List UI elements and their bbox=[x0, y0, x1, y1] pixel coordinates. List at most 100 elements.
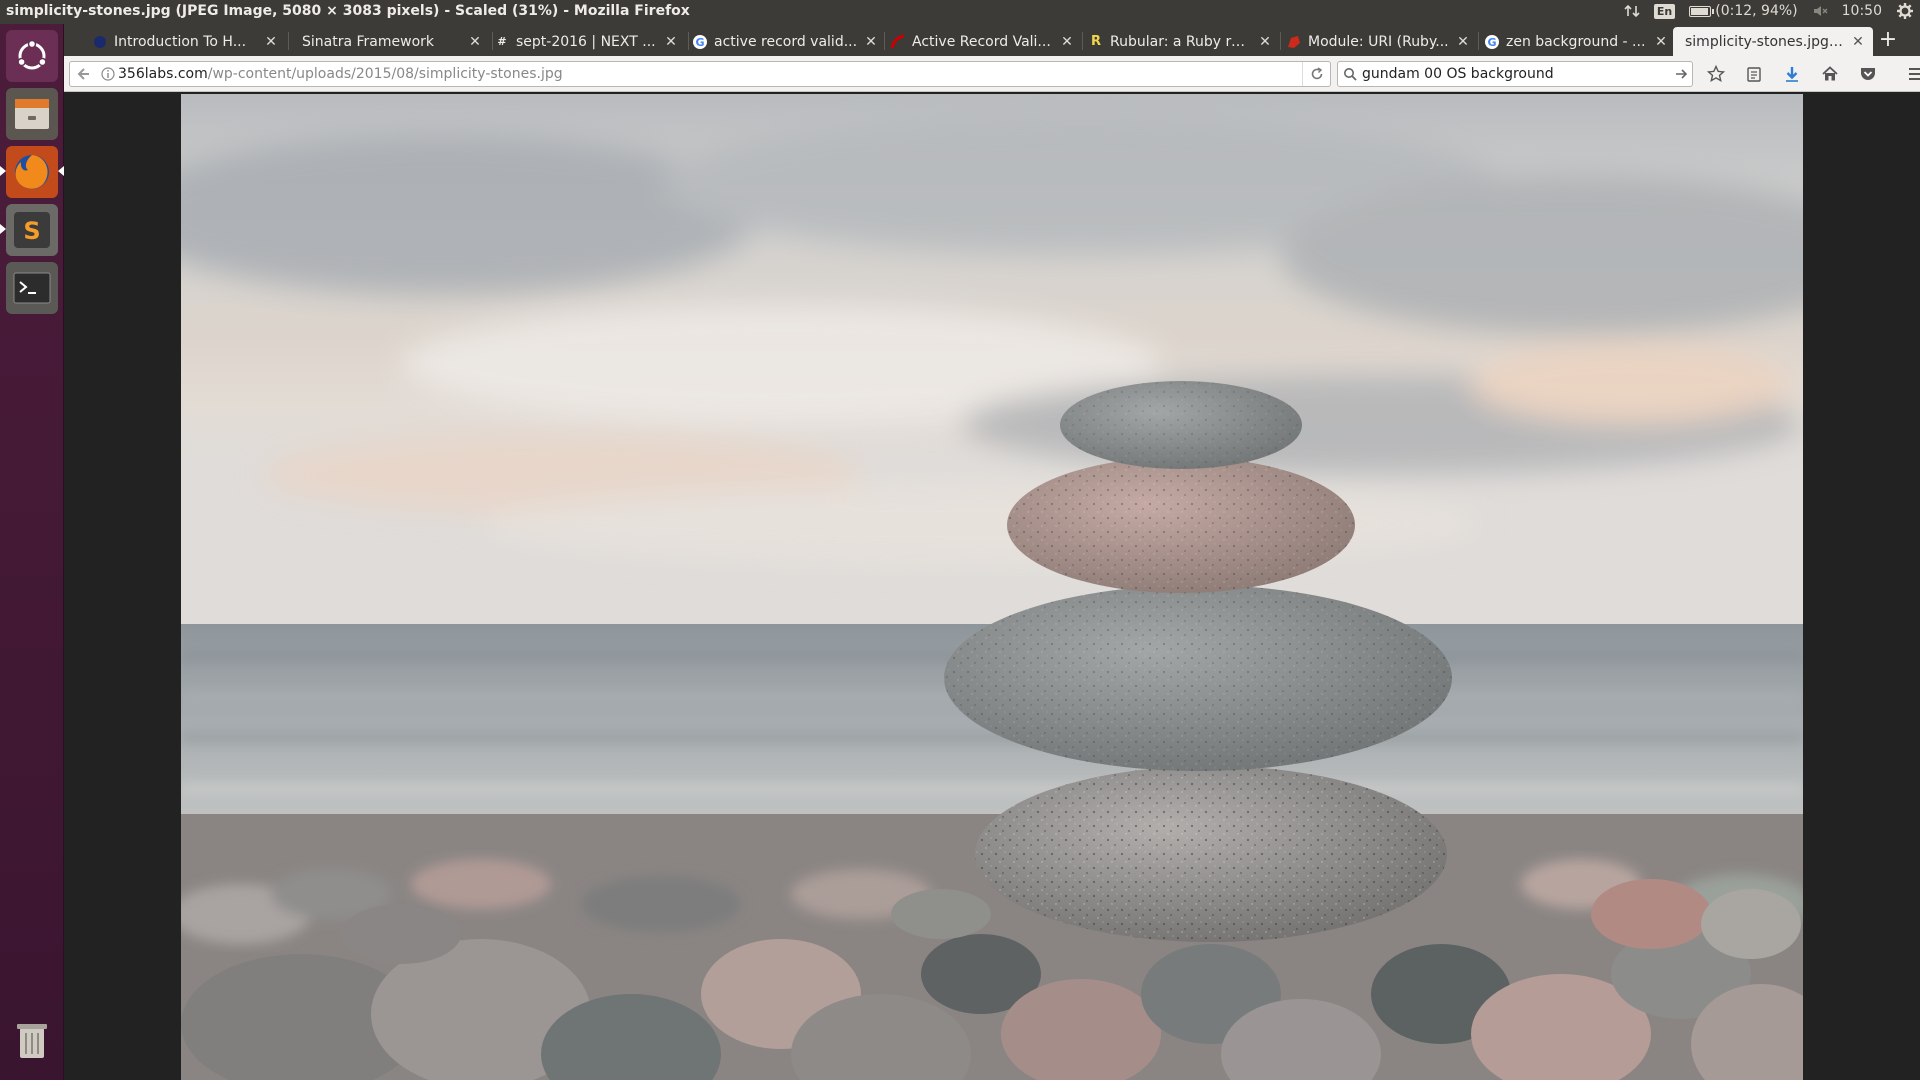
pocket-icon bbox=[1861, 68, 1875, 80]
sound-indicator[interactable] bbox=[1812, 3, 1828, 19]
page-content bbox=[64, 92, 1920, 1080]
launcher-item-firefox[interactable] bbox=[6, 146, 58, 198]
arrow-right-icon bbox=[1676, 69, 1688, 79]
tab-close-icon[interactable]: ✕ bbox=[264, 34, 278, 50]
svg-text:G: G bbox=[1487, 36, 1496, 49]
scaled-image-stacked-stones[interactable] bbox=[181, 94, 1803, 1080]
reading-list-button[interactable] bbox=[1740, 62, 1768, 86]
svg-text:S: S bbox=[23, 217, 40, 245]
tab-label: Rubular: a Ruby re... bbox=[1110, 33, 1252, 50]
tab-close-icon[interactable]: ✕ bbox=[1456, 34, 1470, 50]
tab-label: sept-2016 | NEXT ... bbox=[516, 33, 656, 50]
ruby-favicon-icon bbox=[1286, 34, 1302, 50]
back-arrow-icon bbox=[77, 68, 89, 80]
terminal-icon bbox=[13, 272, 51, 304]
blue-circle-favicon-icon bbox=[92, 34, 108, 50]
launcher-item-files[interactable] bbox=[6, 88, 58, 140]
back-button[interactable] bbox=[70, 62, 98, 86]
rails-favicon-icon bbox=[890, 34, 906, 50]
tab-active-record-validation-search[interactable]: G active record valid... ✕ bbox=[684, 27, 886, 56]
tab-module-uri[interactable]: Module: URI (Ruby... ✕ bbox=[1278, 27, 1478, 56]
keyboard-layout: En bbox=[1653, 3, 1676, 19]
menu-button[interactable] bbox=[1902, 62, 1920, 86]
tab-close-icon[interactable]: ✕ bbox=[1258, 34, 1272, 50]
search-input[interactable] bbox=[1362, 66, 1670, 82]
battery-indicator[interactable]: (0:12, 94%) bbox=[1689, 3, 1798, 19]
site-info-button[interactable] bbox=[98, 62, 118, 86]
clock[interactable]: 10:50 bbox=[1842, 3, 1882, 19]
home-button[interactable] bbox=[1816, 62, 1844, 86]
launcher-item-dash[interactable] bbox=[6, 30, 58, 82]
tab-label: Active Record Vali... bbox=[912, 33, 1051, 50]
tab-simplicity-stones[interactable]: simplicity-stones.jpg ... ✕ bbox=[1673, 27, 1873, 56]
rubular-favicon-icon: R bbox=[1090, 34, 1101, 49]
new-tab-button[interactable]: + bbox=[1874, 26, 1902, 54]
url-path: /wp-content/uploads/2015/08/simplicity-s… bbox=[207, 66, 563, 82]
trash-icon bbox=[17, 1024, 47, 1058]
network-transfer-icon bbox=[1624, 4, 1640, 18]
tab-close-icon[interactable]: ✕ bbox=[1060, 34, 1074, 50]
download-arrow-icon bbox=[1786, 67, 1798, 82]
launcher-item-terminal[interactable] bbox=[6, 262, 58, 314]
tab-introduction[interactable]: Introduction To H... ✕ bbox=[84, 27, 286, 56]
battery-text: (0:12, 94%) bbox=[1715, 3, 1798, 19]
running-app-indicator bbox=[0, 224, 6, 234]
reload-button[interactable] bbox=[1302, 62, 1330, 86]
network-indicator[interactable] bbox=[1624, 3, 1640, 19]
tab-close-icon[interactable]: ✕ bbox=[468, 34, 482, 50]
tab-label: Introduction To H... bbox=[114, 33, 247, 50]
system-indicators: En (0:12, 94%) 10:50 bbox=[1624, 2, 1914, 20]
ubuntu-dash-icon bbox=[17, 39, 47, 70]
gear-icon bbox=[1897, 3, 1913, 19]
url-bar[interactable]: 356labs.com/wp-content/uploads/2015/08/s… bbox=[69, 61, 1331, 87]
system-top-bar: simplicity-stones.jpg (JPEG Image, 5080 … bbox=[0, 0, 1920, 24]
tab-label: Module: URI (Ruby... bbox=[1308, 33, 1449, 50]
stacked-stones-photo bbox=[181, 94, 1803, 1080]
tab-active-record-validations[interactable]: Active Record Vali... ✕ bbox=[882, 27, 1082, 56]
reload-icon bbox=[1311, 67, 1322, 80]
tab-close-icon[interactable]: ✕ bbox=[664, 34, 678, 50]
google-favicon-icon: G bbox=[692, 34, 708, 50]
launcher-item-trash[interactable] bbox=[6, 1014, 58, 1066]
search-icon bbox=[1338, 62, 1362, 86]
tab-close-icon[interactable]: ✕ bbox=[1851, 34, 1865, 50]
tab-strip: Introduction To H... ✕ Sinatra Framework… bbox=[64, 24, 1920, 56]
search-go-button[interactable] bbox=[1670, 62, 1692, 86]
toolbar-buttons bbox=[1702, 62, 1920, 86]
svg-text:G: G bbox=[695, 36, 704, 49]
tab-sept-2016[interactable]: # sept-2016 | NEXT ... ✕ bbox=[486, 27, 686, 56]
active-app-indicator bbox=[0, 166, 6, 176]
unity-launcher: S bbox=[0, 24, 64, 1080]
battery-icon bbox=[1689, 5, 1715, 17]
info-icon bbox=[101, 67, 115, 81]
tab-label: Sinatra Framework bbox=[302, 33, 435, 50]
search-bar[interactable] bbox=[1337, 61, 1693, 87]
tab-sinatra[interactable]: Sinatra Framework ✕ bbox=[290, 27, 490, 56]
google-favicon-icon: G bbox=[1484, 34, 1500, 50]
home-icon bbox=[1822, 66, 1838, 81]
launcher-item-sublime[interactable]: S bbox=[6, 204, 58, 256]
navigation-toolbar: 356labs.com/wp-content/uploads/2015/08/s… bbox=[64, 56, 1920, 92]
files-icon bbox=[15, 99, 49, 129]
clipboard-icon bbox=[1747, 67, 1761, 82]
tab-label: simplicity-stones.jpg ... bbox=[1685, 33, 1845, 50]
pocket-button[interactable] bbox=[1854, 62, 1882, 86]
keyboard-indicator[interactable]: En bbox=[1653, 3, 1676, 19]
bookmark-star-button[interactable] bbox=[1702, 62, 1730, 86]
tab-rubular[interactable]: R Rubular: a Ruby re... ✕ bbox=[1080, 27, 1280, 56]
speaker-muted-icon bbox=[1813, 6, 1828, 16]
sublime-text-icon: S bbox=[14, 212, 50, 248]
downloads-button[interactable] bbox=[1778, 62, 1806, 86]
hash-favicon-icon: # bbox=[497, 35, 507, 48]
tab-label: zen background - ... bbox=[1506, 33, 1646, 50]
url-host: 356labs.com bbox=[118, 66, 208, 82]
hamburger-menu-icon bbox=[1909, 68, 1920, 80]
tab-close-icon[interactable]: ✕ bbox=[864, 34, 878, 50]
tab-zen-background[interactable]: G zen background - ... ✕ bbox=[1476, 27, 1676, 56]
window-title: simplicity-stones.jpg (JPEG Image, 5080 … bbox=[6, 3, 690, 19]
battery-fill bbox=[1691, 7, 1709, 15]
session-menu[interactable] bbox=[1896, 2, 1914, 20]
url-text: 356labs.com/wp-content/uploads/2015/08/s… bbox=[118, 66, 1302, 82]
tab-label: active record valid... bbox=[714, 33, 858, 50]
tab-close-icon[interactable]: ✕ bbox=[1654, 34, 1668, 50]
